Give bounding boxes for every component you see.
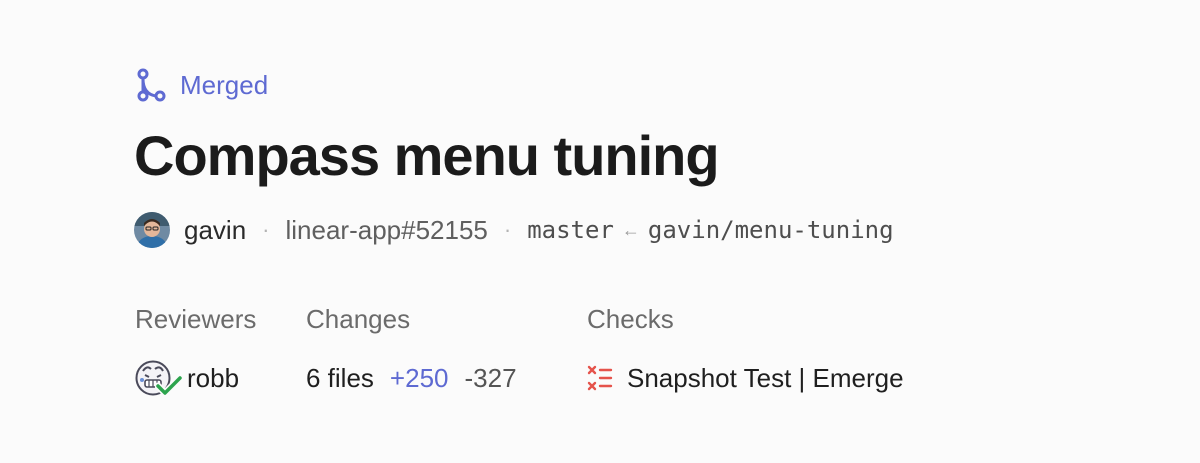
- reviewers-label: Reviewers: [135, 304, 257, 334]
- checks-label: Checks: [587, 304, 674, 334]
- check-icon: [155, 374, 183, 397]
- files-changed: 6 files: [306, 362, 374, 393]
- additions-count: +250: [389, 362, 449, 393]
- base-branch[interactable]: master: [527, 216, 614, 244]
- changes-label: Changes: [306, 304, 411, 334]
- user-avatar[interactable]: [134, 212, 170, 248]
- merged-status: Merged: [136, 68, 268, 102]
- changes-summary[interactable]: 6 files +250 -327: [306, 358, 517, 398]
- pr-meta: gavin · linear-app#52155 · master ← gavi…: [134, 210, 894, 250]
- check-item[interactable]: Snapshot Test | Emerge: [587, 358, 904, 398]
- separator-dot: ·: [503, 217, 512, 242]
- pr-title: Compass menu tuning: [134, 124, 720, 187]
- reviewer-item[interactable]: robb: [135, 358, 239, 398]
- status-label: Merged: [180, 69, 269, 100]
- git-merge-icon: [137, 68, 166, 102]
- head-branch[interactable]: gavin/menu-tuning: [648, 216, 894, 244]
- failed-checks-icon: [587, 365, 613, 391]
- separator-dot: ·: [262, 217, 270, 242]
- arrow-left-icon: ←: [621, 219, 640, 240]
- deletions-count: -327: [464, 362, 517, 393]
- pull-request-card: Merged Compass menu tuning gavin · linea…: [0, 0, 1200, 463]
- pr-reference[interactable]: linear-app#52155: [285, 215, 487, 246]
- author-name[interactable]: gavin: [184, 215, 246, 246]
- check-name: Snapshot Test | Emerge: [627, 362, 904, 393]
- reviewer-avatar: [135, 360, 183, 397]
- reviewer-name: robb: [187, 362, 240, 393]
